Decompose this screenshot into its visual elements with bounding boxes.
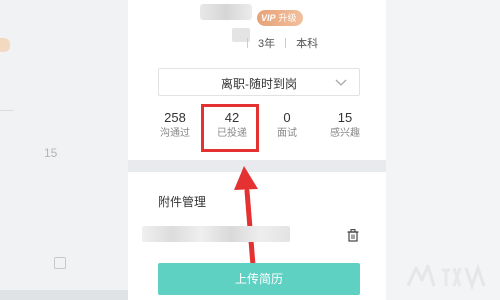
vip-tag: VIP: [261, 13, 276, 23]
chevron-down-icon: [335, 79, 347, 86]
background-avatar: [0, 38, 10, 52]
attachment-title: 附件管理: [158, 195, 207, 209]
stat-label: 感兴趣: [330, 128, 360, 139]
education-text: 本科: [296, 38, 319, 50]
stat-communicated[interactable]: 258 沟通过: [150, 110, 200, 140]
background-strip: [0, 290, 128, 300]
name-redacted: [200, 4, 252, 20]
watermark-logo: [406, 263, 486, 291]
vip-text: 升级: [278, 13, 297, 23]
background-panel-right: [386, 0, 500, 300]
background-divider: [0, 110, 14, 111]
attachment-file-redacted[interactable]: [142, 226, 290, 242]
stat-label: 面试: [277, 128, 297, 139]
stat-interested[interactable]: 15 感兴趣: [320, 110, 370, 140]
stat-value: 0: [283, 110, 291, 125]
vip-badge[interactable]: VIP 升级: [257, 10, 303, 26]
meta-divider: [247, 38, 248, 48]
background-stat: 15: [44, 146, 58, 160]
highlight-box: [201, 104, 259, 152]
job-status-dropdown[interactable]: 离职-随时到岗: [158, 68, 360, 96]
background-icon: [54, 257, 66, 269]
stat-label: 沟通过: [160, 128, 190, 139]
trash-icon[interactable]: [347, 229, 359, 242]
experience-text: 3年: [258, 38, 276, 50]
stat-value: 258: [164, 110, 186, 125]
stat-interview[interactable]: 0 面试: [262, 110, 312, 140]
profile-meta: 3年 本科: [237, 35, 318, 51]
upload-resume-button[interactable]: 上传简历: [158, 263, 360, 295]
background-panel-left: 15: [0, 0, 128, 300]
stat-value: 15: [337, 110, 353, 125]
meta-divider: [285, 38, 287, 48]
job-status-value: 离职-随时到岗: [221, 77, 297, 91]
